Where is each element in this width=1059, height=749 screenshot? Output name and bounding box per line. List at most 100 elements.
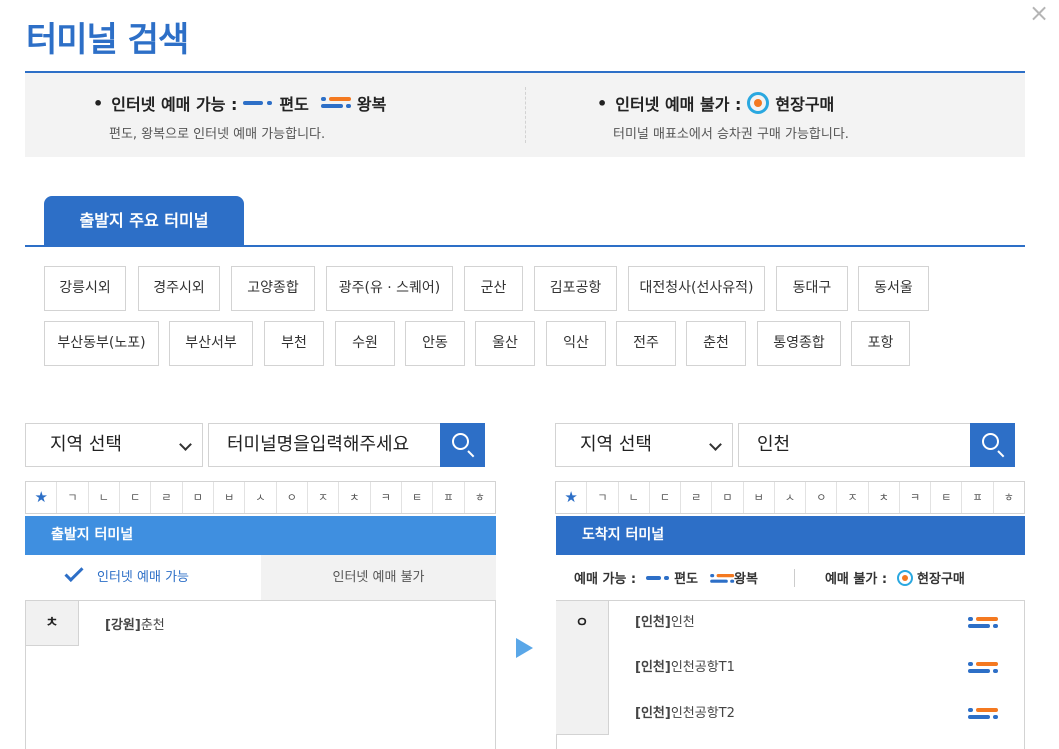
departure-terminal-item[interactable]: [강원]춘천 xyxy=(105,614,165,633)
info-unavailable: • 인터넷 예매 불가 : 현장구매 터미널 매표소에서 승차권 구매 가능합니… xyxy=(597,91,849,142)
consonant-tab[interactable]: ㅍ xyxy=(433,482,465,513)
consonant-tab[interactable]: ㅂ xyxy=(744,482,775,513)
consonant-tab[interactable]: ㅅ xyxy=(775,482,807,513)
favorite-star-icon[interactable]: ★ xyxy=(26,482,58,513)
roundtrip-icon xyxy=(320,95,351,111)
chevron-down-icon xyxy=(179,438,192,451)
terminal-name: 인천공항T2 xyxy=(670,706,735,721)
onsite-purchase-icon xyxy=(747,92,770,114)
consonant-tab[interactable]: ㅊ xyxy=(869,482,900,513)
tab-divider xyxy=(25,245,1025,247)
arrival-terminal-item[interactable]: [인천]인천공항T2 xyxy=(635,702,735,721)
terminal-chip[interactable]: 부산동부(노포) xyxy=(44,321,159,366)
arrival-region-select[interactable]: 지역 선택 xyxy=(555,423,733,467)
arrival-panel-title: 도착지 터미널 xyxy=(556,516,1025,555)
consonant-tab[interactable]: ㄴ xyxy=(89,482,120,513)
terminal-chip[interactable]: 전주 xyxy=(616,321,676,366)
legend-available-label: 예매 가능 : xyxy=(574,572,637,587)
arrival-terminal-item[interactable]: [인천]인천 xyxy=(635,611,695,630)
consonant-tab[interactable]: ㄱ xyxy=(57,482,89,513)
check-icon xyxy=(64,562,84,583)
terminal-chip[interactable]: 익산 xyxy=(546,321,606,366)
consonant-tab[interactable]: ㄱ xyxy=(587,482,619,513)
terminal-chip[interactable]: 강릉시외 xyxy=(44,266,126,311)
terminal-chip[interactable]: 김포공항 xyxy=(534,266,617,311)
consonant-tab[interactable]: ㅎ xyxy=(994,482,1024,513)
info-available-heading: 인터넷 예매 가능 : xyxy=(111,95,238,114)
consonant-tab[interactable]: ㄷ xyxy=(120,482,152,513)
terminal-chip[interactable]: 울산 xyxy=(475,321,535,366)
terminal-chip[interactable]: 수원 xyxy=(335,321,395,366)
terminal-chip[interactable]: 춘천 xyxy=(686,321,746,366)
terminal-name: 인천 xyxy=(670,615,695,630)
legend-round-label: 왕복 xyxy=(734,572,758,587)
consonant-tab[interactable]: ㅇ xyxy=(277,482,308,513)
departure-search-input[interactable]: 터미널명을입력해주세요 xyxy=(208,423,441,467)
departure-region-select[interactable]: 지역 선택 xyxy=(25,423,203,467)
legend-onsite-label: 현장구매 xyxy=(917,572,965,587)
consonant-tab[interactable]: ㅎ xyxy=(465,482,495,513)
tab-internet-unavailable[interactable]: 인터넷 예매 불가 xyxy=(261,555,496,600)
consonant-tab[interactable]: ㅅ xyxy=(245,482,277,513)
close-icon[interactable]: × xyxy=(1026,0,1052,26)
arrow-right-icon xyxy=(516,638,533,658)
consonant-tab[interactable]: ㅊ xyxy=(339,482,371,513)
terminal-chip[interactable]: 안동 xyxy=(405,321,465,366)
bullet: • xyxy=(93,93,104,113)
consonant-tab[interactable]: ㄹ xyxy=(151,482,183,513)
chevron-down-icon xyxy=(709,438,722,451)
consonant-tab[interactable]: ㅇ xyxy=(806,482,838,513)
oneway-icon xyxy=(646,574,670,582)
terminal-chip[interactable]: 부천 xyxy=(264,321,324,366)
terminal-chip[interactable]: 동대구 xyxy=(776,266,848,311)
consonant-tab[interactable]: ㅋ xyxy=(371,482,402,513)
search-icon xyxy=(452,433,469,450)
terminal-region: [인천] xyxy=(635,660,671,675)
consonant-tab[interactable]: ㄷ xyxy=(650,482,682,513)
departure-terminal-list xyxy=(25,601,496,749)
terminal-chip[interactable]: 통영종합 xyxy=(757,321,841,366)
terminal-name: 춘천 xyxy=(140,618,165,633)
roundtrip-icon xyxy=(968,615,998,631)
consonant-tab[interactable]: ㅈ xyxy=(308,482,340,513)
arrival-terminal-list xyxy=(556,601,1025,749)
oneway-label: 편도 xyxy=(279,95,309,114)
consonant-tab[interactable]: ㅌ xyxy=(402,482,434,513)
departure-availability-tabs: 인터넷 예매 가능 인터넷 예매 불가 xyxy=(25,555,496,600)
departure-search-button[interactable] xyxy=(440,423,485,467)
terminal-chip[interactable]: 부산서부 xyxy=(169,321,253,366)
roundtrip-icon xyxy=(968,706,998,722)
tab-internet-available[interactable]: 인터넷 예매 가능 xyxy=(25,555,261,600)
tab-label: 인터넷 예매 가능 xyxy=(97,570,189,585)
terminal-chip[interactable]: 대전청사(선사유적) xyxy=(628,266,765,311)
reservation-info-box: • 인터넷 예매 가능 : 편도 왕복 편도, 왕복으로 인터넷 예매 가능합니… xyxy=(25,73,1025,157)
consonant-tab[interactable]: ㅈ xyxy=(837,482,869,513)
terminal-chip[interactable]: 군산 xyxy=(464,266,523,311)
departure-region-value: 지역 선택 xyxy=(50,434,122,455)
terminal-chip[interactable]: 광주(유 · 스퀘어) xyxy=(326,266,453,311)
favorite-star-icon[interactable]: ★ xyxy=(556,482,588,513)
consonant-tab[interactable]: ㅁ xyxy=(712,482,744,513)
terminal-chip[interactable]: 동서울 xyxy=(858,266,929,311)
consonant-tab[interactable]: ㅂ xyxy=(214,482,246,513)
terminal-chip[interactable]: 고양종합 xyxy=(231,266,315,311)
terminal-chip[interactable]: 경주시외 xyxy=(138,266,220,311)
terminal-chip[interactable]: 포항 xyxy=(851,321,910,366)
consonant-tab[interactable]: ㅁ xyxy=(183,482,214,513)
consonant-tab[interactable]: ㅋ xyxy=(900,482,932,513)
arrival-terminal-item[interactable]: [인천]인천공항T1 xyxy=(635,656,735,675)
onsite-purchase-label: 현장구매 xyxy=(775,95,835,114)
consonant-tab[interactable]: ㄴ xyxy=(619,482,650,513)
consonant-tab[interactable]: ㅌ xyxy=(931,482,963,513)
arrival-search-button[interactable] xyxy=(970,423,1015,467)
departure-consonant-filter: ★ ㄱ ㄴ ㄷ ㄹ ㅁ ㅂ ㅅ ㅇ ㅈ ㅊ ㅋ ㅌ ㅍ ㅎ xyxy=(25,481,496,514)
arrival-search-input[interactable]: 인천 xyxy=(738,423,971,467)
consonant-tab[interactable]: ㄹ xyxy=(681,482,713,513)
departure-panel-title: 출발지 터미널 xyxy=(25,516,496,555)
info-unavailable-heading: 인터넷 예매 불가 : xyxy=(615,95,742,114)
consonant-tab[interactable]: ㅍ xyxy=(962,482,994,513)
tab-departure-major-terminals[interactable]: 출발지 주요 터미널 xyxy=(44,196,244,246)
terminal-name: 인천공항T1 xyxy=(670,660,735,675)
list-index-consonant: ㅊ xyxy=(26,601,79,646)
info-divider xyxy=(525,87,526,143)
